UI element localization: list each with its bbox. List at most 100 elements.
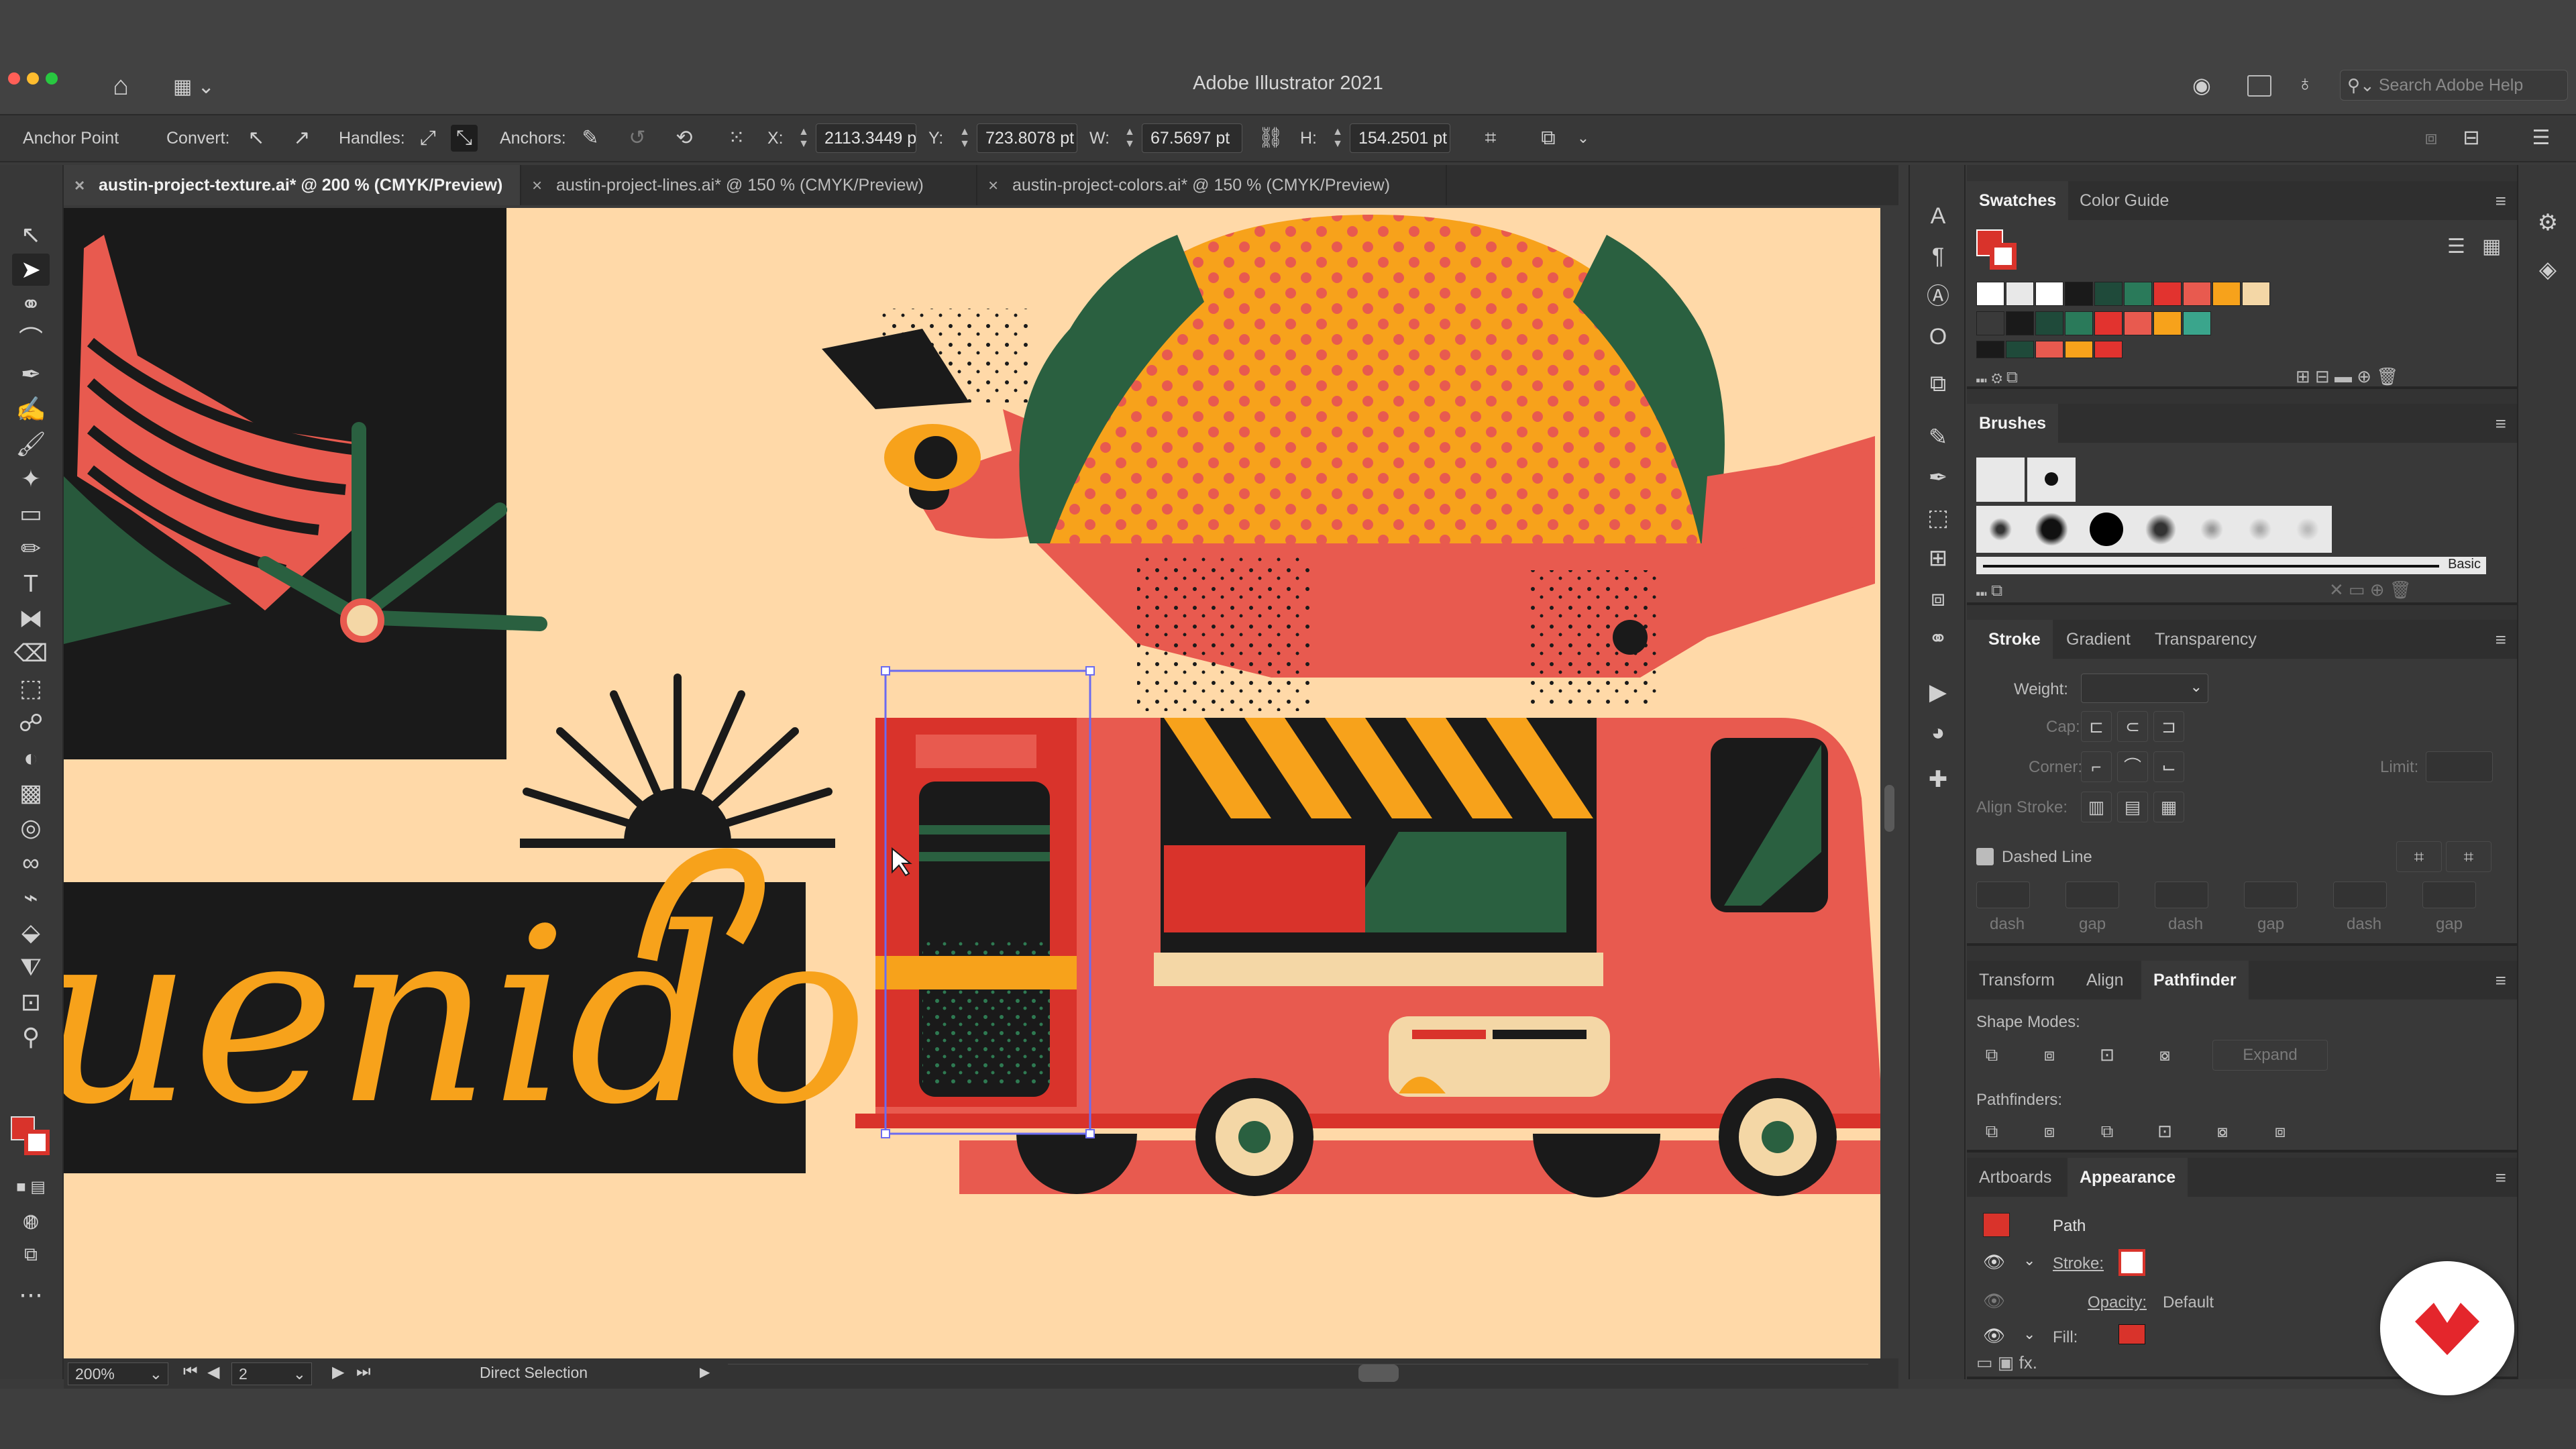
visibility-eye-icon[interactable]: 👁 [1983,1326,2005,1346]
dash-gap-field[interactable] [2244,881,2298,908]
projecting-cap-icon[interactable]: ⊐ [2153,711,2184,742]
w-spinner-icon[interactable]: ▲ ▼ [1123,126,1136,150]
appearance-bottom-icons[interactable]: ▭ ▣ fx. [1976,1352,2037,1373]
brush-actions-icons[interactable]: ✕ ▭ ⊕ 🗑 [2329,580,2412,600]
paragraph-panel-icon[interactable]: ¶ [1921,239,1955,274]
selection-handle[interactable] [881,1129,890,1138]
hide-handles-icon[interactable]: ⤡ [451,125,478,152]
intersect-icon[interactable]: ⊡ [2092,1040,2123,1071]
isolate-icon[interactable]: ⧉ [1535,125,1562,152]
selection-handle[interactable] [1085,1129,1095,1138]
direct-selection-tool-icon[interactable]: ➤ [12,254,50,286]
color-swatch[interactable] [2094,341,2123,358]
brush-preset[interactable] [2027,458,2076,502]
tab-align[interactable]: Align [2074,961,2136,1000]
limit-field[interactable] [2426,751,2493,782]
cut-path-icon[interactable]: ⟲ [671,125,698,152]
tab-transparency[interactable]: Transparency [2143,620,2269,659]
y-field[interactable]: 723.8078 pt [977,123,1077,153]
y-spinner-icon[interactable]: ▲ ▼ [958,126,971,150]
color-swatch[interactable] [2124,311,2152,335]
character-styles-icon[interactable]: Ⓐ [1921,279,1955,314]
first-artboard-icon[interactable]: ⏮ [183,1362,198,1381]
color-swatch[interactable] [2035,282,2063,306]
draw-mode-icon[interactable]: ◍ [12,1205,50,1237]
color-swatch[interactable] [2035,311,2063,335]
miter-join-icon[interactable]: ⌐ [2081,751,2112,782]
close-tab-icon[interactable]: × [74,165,85,205]
color-swatch[interactable] [2094,282,2123,306]
paintbrush-tool-icon[interactable]: 🖌 [12,428,50,460]
opacity-attribute-link[interactable]: Opacity: [2088,1293,2147,1312]
tab-texture[interactable]: × austin-project-texture.ai* @ 200 % (CMY… [64,165,521,205]
constrain-proportions-icon[interactable]: ⛓ [1257,125,1284,152]
crop-icon[interactable]: ⊡ [2149,1116,2180,1147]
control-menu-chevron-icon[interactable]: ⌄ [1570,125,1597,152]
align-options-icon[interactable]: ⊟ [2458,125,2485,152]
align-outside-icon[interactable]: ▦ [2153,792,2184,822]
bevel-join-icon[interactable]: ⌙ [2153,751,2184,782]
color-mode-icons[interactable]: ■ ▤ ⧄ [12,1171,50,1228]
expand-fill-chevron-icon[interactable]: ⌄ [2023,1326,2035,1343]
control-bar-menu-icon[interactable]: ☰ [2528,125,2555,152]
links-panel-icon[interactable]: ⚭ [1921,621,1955,656]
user-account-icon[interactable]: ◉ [2188,72,2215,99]
remove-anchor-icon[interactable]: ✎ [577,125,604,152]
tab-lines[interactable]: × austin-project-lines.ai* @ 150 % (CMYK/… [521,165,977,205]
tab-transform[interactable]: Transform [1967,961,2067,1000]
rectangle-tool-icon[interactable]: ▭ [12,498,50,530]
selection-handle[interactable] [1085,666,1095,676]
color-swatch[interactable] [2065,341,2093,358]
character-panel-icon[interactable]: A [1921,199,1955,233]
stroke-attribute-link[interactable]: Stroke: [2053,1254,2104,1273]
h-field[interactable]: 154.2501 pt [1350,123,1450,153]
screen-mode-icon[interactable]: ⧉ [12,1238,50,1271]
color-swatch[interactable] [2183,282,2211,306]
panel-menu-icon[interactable]: ≡ [2496,970,2506,991]
status-menu-icon[interactable]: ▶ [700,1364,710,1381]
dash-gap-field[interactable] [1976,881,2030,908]
minimize-window-button[interactable] [27,72,39,85]
blend-tool-icon[interactable]: ∞ [12,847,50,879]
divide-icon[interactable]: ⧉ [1976,1116,2007,1147]
x-field[interactable]: 2113.3449 pt [816,123,916,153]
list-view-icon[interactable]: ☰ [2447,235,2465,258]
swatch-libraries-icon[interactable]: ⑉ ⚙ ⧉ [1976,366,2017,387]
brush-libraries-icon[interactable]: ⑉ ⧉ [1976,580,2002,600]
selection-handle[interactable] [881,666,890,676]
unite-icon[interactable]: ⧉ [1976,1040,2007,1071]
panel-menu-icon[interactable]: ≡ [2496,191,2506,212]
close-window-button[interactable] [8,72,20,85]
w-field[interactable]: 67.5697 pt [1142,123,1242,153]
artboard-tool-icon[interactable]: ⊡ [12,986,50,1018]
expand-button[interactable]: Expand [2212,1040,2328,1071]
color-swatch[interactable] [2153,282,2182,306]
align-center-icon[interactable]: ▥ [2081,792,2112,822]
color-themes-icon[interactable]: ◕ [1921,715,1955,750]
graphic-styles-icon[interactable]: ⬚ [1921,500,1955,535]
exclude-icon[interactable]: ⧇ [2149,1040,2180,1071]
brush-preset[interactable] [1976,458,2025,502]
curvature-tool-icon[interactable]: ⌒ [12,323,50,356]
panel-layout-icon[interactable] [2247,75,2271,97]
color-swatch[interactable] [2006,311,2034,335]
x-spinner-icon[interactable]: ▲ ▼ [797,126,810,150]
tab-swatches[interactable]: Swatches [1967,181,2069,220]
brush-panel-icon[interactable]: ✎ [1921,420,1955,455]
merge-icon[interactable]: ⧉ [2092,1116,2123,1147]
color-swatch[interactable] [2124,282,2152,306]
color-swatch[interactable] [2183,311,2211,335]
visibility-eye-icon[interactable]: 👁 [1983,1252,2005,1273]
add-panel-icon[interactable]: ✚ [1921,762,1955,797]
brush-presets-row[interactable] [1976,506,2332,553]
vertical-scrollbar[interactable] [1880,208,1898,1358]
pen-panel-icon[interactable]: ✒ [1921,460,1955,495]
h-spinner-icon[interactable]: ▲ ▼ [1331,126,1344,150]
align-inside-icon[interactable]: ▤ [2117,792,2148,822]
warp-tool-icon[interactable]: ◐ [12,742,50,774]
round-cap-icon[interactable]: ⊂ [2117,711,2148,742]
edit-toolbar-icon[interactable]: ⋯ [12,1279,50,1311]
live-paint-tool-icon[interactable]: ⬙ [12,916,50,949]
preserve-dash-icon[interactable]: ⌗ [2396,841,2442,872]
tab-appearance[interactable]: Appearance [2068,1158,2188,1197]
